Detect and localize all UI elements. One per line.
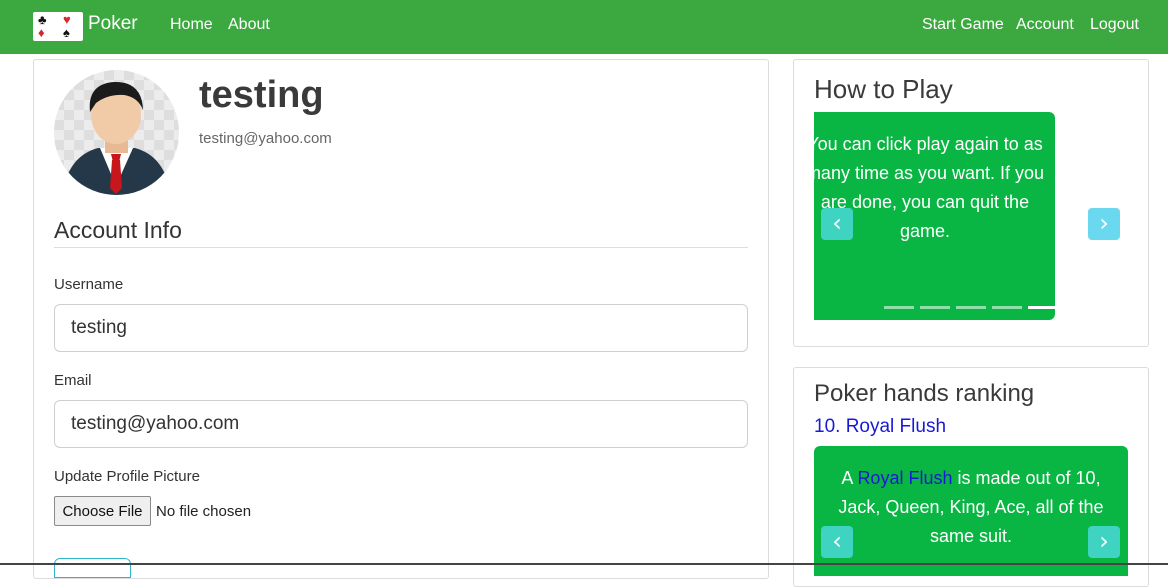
profile-name: testing — [199, 74, 324, 116]
poker-hands-title: Poker hands ranking — [814, 380, 1035, 407]
chevron-right-icon[interactable]: › — [1088, 208, 1120, 240]
poker-hands-carousel: A Royal Flush is made out of 10, Jack, Q… — [814, 446, 1128, 576]
carousel-indicator-active[interactable] — [1028, 306, 1055, 309]
nav-link-home[interactable]: Home — [170, 16, 213, 34]
update-button[interactable] — [54, 558, 131, 578]
royal-flush-link[interactable]: Royal Flush — [857, 468, 952, 488]
email-label: Email — [54, 372, 92, 389]
email-input[interactable] — [54, 400, 748, 448]
navbar: ♣ ♥ ♦ ♠ Poker Home About Start Game Acco… — [0, 0, 1168, 54]
brand-name[interactable]: Poker — [88, 13, 138, 35]
carousel-indicator[interactable] — [992, 306, 1022, 309]
section-divider — [54, 247, 748, 248]
carousel-indicator[interactable] — [920, 306, 950, 309]
chevron-right-icon[interactable]: › — [1088, 526, 1120, 558]
hand-title: 10. Royal Flush — [814, 416, 947, 437]
how-to-play-title: How to Play — [814, 74, 953, 104]
chevron-left-icon[interactable]: ‹ — [821, 208, 853, 240]
username-input[interactable] — [54, 304, 748, 352]
avatar — [54, 70, 179, 195]
profile-picture-label: Update Profile Picture — [54, 468, 200, 485]
nav-link-account[interactable]: Account — [1016, 16, 1074, 34]
choose-file-button[interactable]: Choose File — [54, 496, 151, 526]
chevron-left-icon[interactable]: ‹ — [821, 526, 853, 558]
file-status: No file chosen — [156, 503, 252, 520]
hand-description: A Royal Flush is made out of 10, Jack, Q… — [828, 464, 1114, 551]
carousel-indicator[interactable] — [956, 306, 986, 309]
card-suits-logo-icon[interactable]: ♣ ♥ ♦ ♠ — [33, 12, 83, 41]
username-label: Username — [54, 276, 124, 293]
account-info-title: Account Info — [54, 217, 182, 243]
user-avatar-icon — [62, 81, 171, 195]
nav-link-logout[interactable]: Logout — [1090, 16, 1139, 34]
profile-email: testing@yahoo.com — [199, 130, 332, 147]
hand-desc-prefix: A — [841, 468, 858, 488]
nav-link-start-game[interactable]: Start Game — [922, 16, 1004, 34]
nav-link-about[interactable]: About — [228, 16, 270, 34]
carousel-indicator[interactable] — [884, 306, 914, 309]
